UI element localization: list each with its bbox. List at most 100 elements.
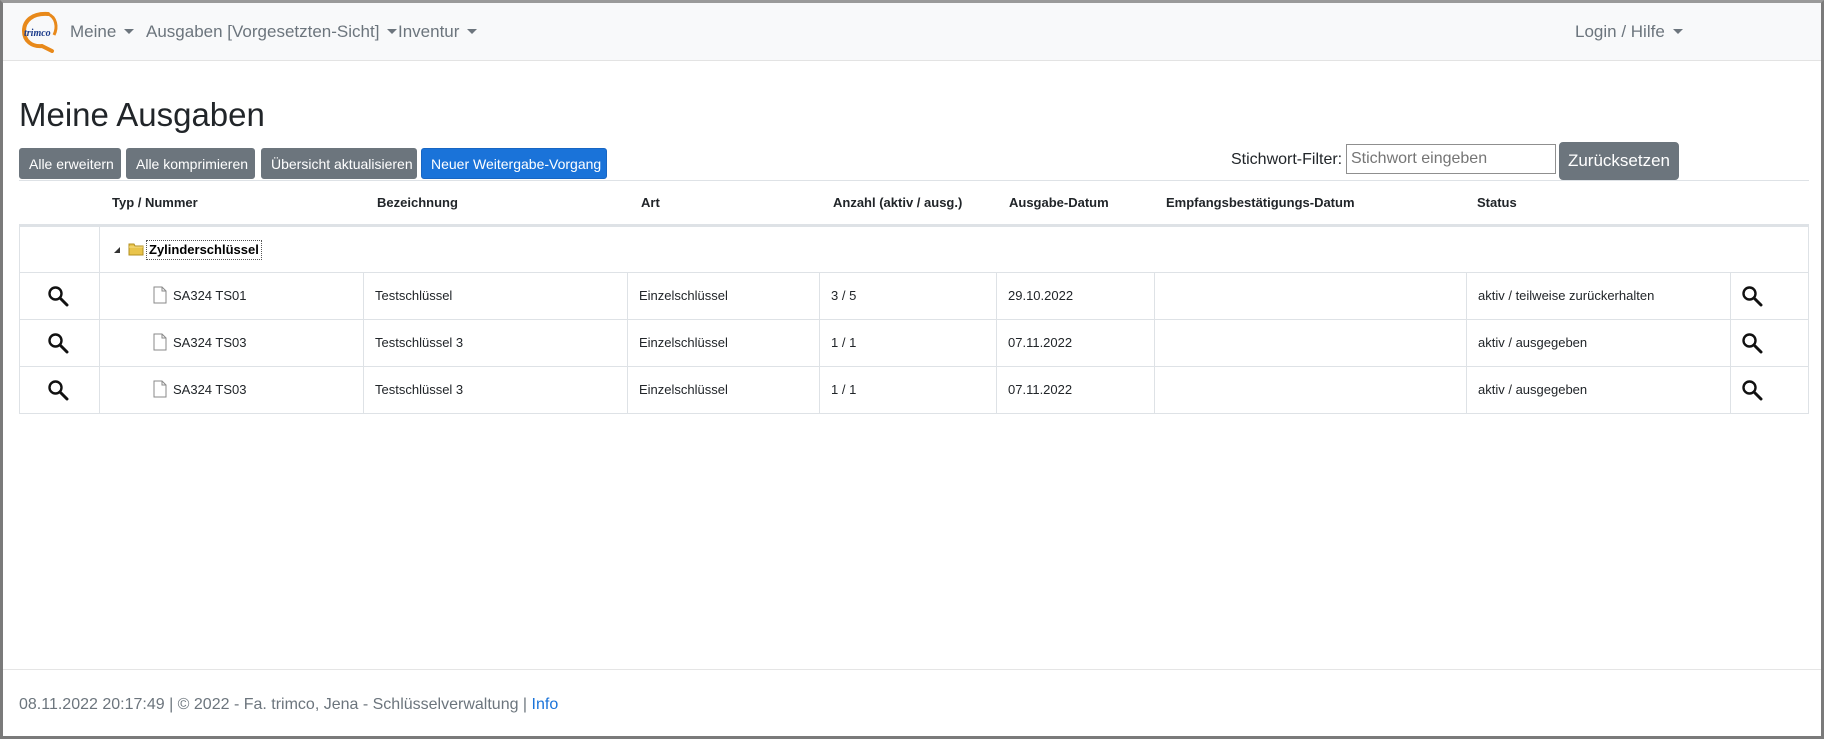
- refresh-overview-button[interactable]: Übersicht aktualisieren: [261, 148, 417, 179]
- issue-date-cell: 07.11.2022: [996, 320, 1154, 366]
- status-cell: aktiv / ausgegeben: [1466, 367, 1730, 413]
- footer-divider: [3, 669, 1821, 670]
- row-number: SA324 TS03: [173, 382, 247, 397]
- new-transfer-button[interactable]: Neuer Weitergabe-Vorgang: [421, 148, 607, 179]
- row-status: aktiv / ausgegeben: [1478, 335, 1588, 350]
- col-header-count[interactable]: Anzahl (aktiv / ausg.): [833, 181, 962, 225]
- issue-date-cell: 07.11.2022: [996, 367, 1154, 413]
- count-cell: 1 / 1: [819, 367, 996, 413]
- keyword-filter-label: Stichwort-Filter:: [1231, 151, 1343, 168]
- magnifier-icon[interactable]: [47, 332, 69, 354]
- reset-button[interactable]: Zurücksetzen: [1559, 142, 1679, 180]
- footer: 08.11.2022 20:17:49 | © 2022 - Fa. trimc…: [19, 696, 558, 714]
- issue-date-cell: 29.10.2022: [996, 273, 1154, 319]
- group-spacer-cell: [20, 227, 99, 273]
- details-cell-right: [1730, 320, 1809, 366]
- collapse-triangle-icon[interactable]: [114, 247, 120, 253]
- details-cell: [20, 320, 99, 366]
- row-kind: Einzelschlüssel: [639, 382, 728, 397]
- row-issue-date: 07.11.2022: [1008, 382, 1073, 397]
- status-cell: aktiv / teilweise zurückerhalten: [1466, 273, 1730, 319]
- col-header-type-number[interactable]: Typ / Nummer: [112, 181, 198, 225]
- row-designation: Testschlüssel 3: [375, 382, 464, 397]
- browser-window: trimco Meine Ausgaben [Vorgesetzten-Sich…: [0, 0, 1824, 739]
- svg-text:trimco: trimco: [24, 28, 51, 39]
- row-kind: Einzelschlüssel: [639, 288, 728, 303]
- page-title: Meine Ausgaben: [19, 96, 265, 133]
- row-status: aktiv / teilweise zurückerhalten: [1478, 288, 1655, 303]
- magnifier-icon[interactable]: [47, 285, 69, 307]
- magnifier-icon[interactable]: [1741, 379, 1763, 401]
- trimco-logo-icon[interactable]: trimco: [18, 11, 60, 53]
- caret-down-icon: [387, 29, 398, 34]
- caret-down-icon: [467, 29, 478, 34]
- row-receipt-date: [1155, 288, 1166, 303]
- row-kind: Einzelschlüssel: [639, 335, 728, 350]
- caret-down-icon: [124, 29, 135, 34]
- nav-menu-meine-label: Meine: [70, 22, 117, 41]
- nav-menu-login-help[interactable]: Login / Hilfe: [1575, 3, 1683, 61]
- nav-menu-ausgaben-label: Ausgaben [Vorgesetzten-Sicht]: [146, 22, 380, 41]
- table-row[interactable]: SA324 TS01 Testschlüssel Einzelschlüssel…: [19, 273, 1809, 320]
- row-issue-date: 29.10.2022: [1008, 288, 1074, 303]
- col-header-kind[interactable]: Art: [641, 181, 660, 225]
- kind-cell: Einzelschlüssel: [627, 273, 819, 319]
- details-cell: [20, 367, 99, 413]
- details-cell: [20, 273, 99, 319]
- group-cell: Zylinderschlüssel: [99, 227, 1809, 273]
- magnifier-icon[interactable]: [47, 379, 69, 401]
- expand-all-button[interactable]: Alle erweitern: [19, 148, 121, 179]
- file-icon: [153, 333, 167, 351]
- group-label[interactable]: Zylinderschlüssel: [146, 240, 262, 260]
- row-status: aktiv / ausgegeben: [1478, 382, 1588, 397]
- count-cell: 1 / 1: [819, 320, 996, 366]
- status-cell: aktiv / ausgegeben: [1466, 320, 1730, 366]
- caret-down-icon: [1672, 29, 1683, 34]
- row-number: SA324 TS03: [173, 335, 247, 350]
- number-cell: SA324 TS01: [99, 273, 363, 319]
- row-issue-date: 07.11.2022: [1008, 335, 1073, 350]
- file-icon: [153, 380, 167, 398]
- number-cell: SA324 TS03: [99, 320, 363, 366]
- magnifier-icon[interactable]: [1741, 332, 1763, 354]
- col-header-designation[interactable]: Bezeichnung: [377, 181, 458, 225]
- file-icon: [153, 286, 167, 304]
- details-cell-right: [1730, 273, 1809, 319]
- magnifier-icon[interactable]: [1741, 285, 1763, 307]
- details-cell-right: [1730, 367, 1809, 413]
- designation-cell: Testschlüssel 3: [363, 367, 627, 413]
- col-header-status[interactable]: Status: [1477, 181, 1517, 225]
- receipt-date-cell: [1154, 320, 1466, 366]
- receipt-date-cell: [1154, 273, 1466, 319]
- nav-menu-login-help-label: Login / Hilfe: [1575, 22, 1665, 41]
- footer-text: 08.11.2022 20:17:49 | © 2022 - Fa. trimc…: [19, 696, 532, 713]
- folder-icon: [128, 243, 144, 256]
- row-count: 1 / 1: [831, 382, 857, 397]
- table-row[interactable]: SA324 TS03 Testschlüssel 3 Einzelschlüss…: [19, 367, 1809, 414]
- row-receipt-date: [1155, 382, 1166, 397]
- nav-menu-inventur-label: Inventur: [398, 22, 460, 41]
- group-row[interactable]: Zylinderschlüssel: [19, 226, 1809, 273]
- number-cell: SA324 TS03: [99, 367, 363, 413]
- receipt-date-cell: [1154, 367, 1466, 413]
- col-header-issue-date[interactable]: Ausgabe-Datum: [1009, 181, 1109, 225]
- count-cell: 3 / 5: [819, 273, 996, 319]
- row-count: 3 / 5: [831, 288, 857, 303]
- row-receipt-date: [1155, 335, 1166, 350]
- nav-menu-ausgaben[interactable]: Ausgaben [Vorgesetzten-Sicht]: [146, 3, 398, 61]
- nav-menu-inventur[interactable]: Inventur: [398, 3, 478, 61]
- designation-cell: Testschlüssel 3: [363, 320, 627, 366]
- table-row[interactable]: SA324 TS03 Testschlüssel 3 Einzelschlüss…: [19, 320, 1809, 367]
- col-header-receipt-date[interactable]: Empfangsbestätigungs-Datum: [1166, 181, 1355, 225]
- row-designation: Testschlüssel 3: [375, 335, 464, 350]
- keyword-filter-input[interactable]: [1346, 144, 1556, 174]
- kind-cell: Einzelschlüssel: [627, 367, 819, 413]
- collapse-all-button[interactable]: Alle komprimieren: [126, 148, 255, 179]
- top-navbar: trimco Meine Ausgaben [Vorgesetzten-Sich…: [3, 3, 1821, 61]
- row-count: 1 / 1: [831, 335, 857, 350]
- kind-cell: Einzelschlüssel: [627, 320, 819, 366]
- nav-menu-meine[interactable]: Meine: [70, 3, 135, 61]
- row-number: SA324 TS01: [173, 288, 247, 303]
- info-link[interactable]: Info: [532, 696, 559, 713]
- designation-cell: Testschlüssel: [363, 273, 627, 319]
